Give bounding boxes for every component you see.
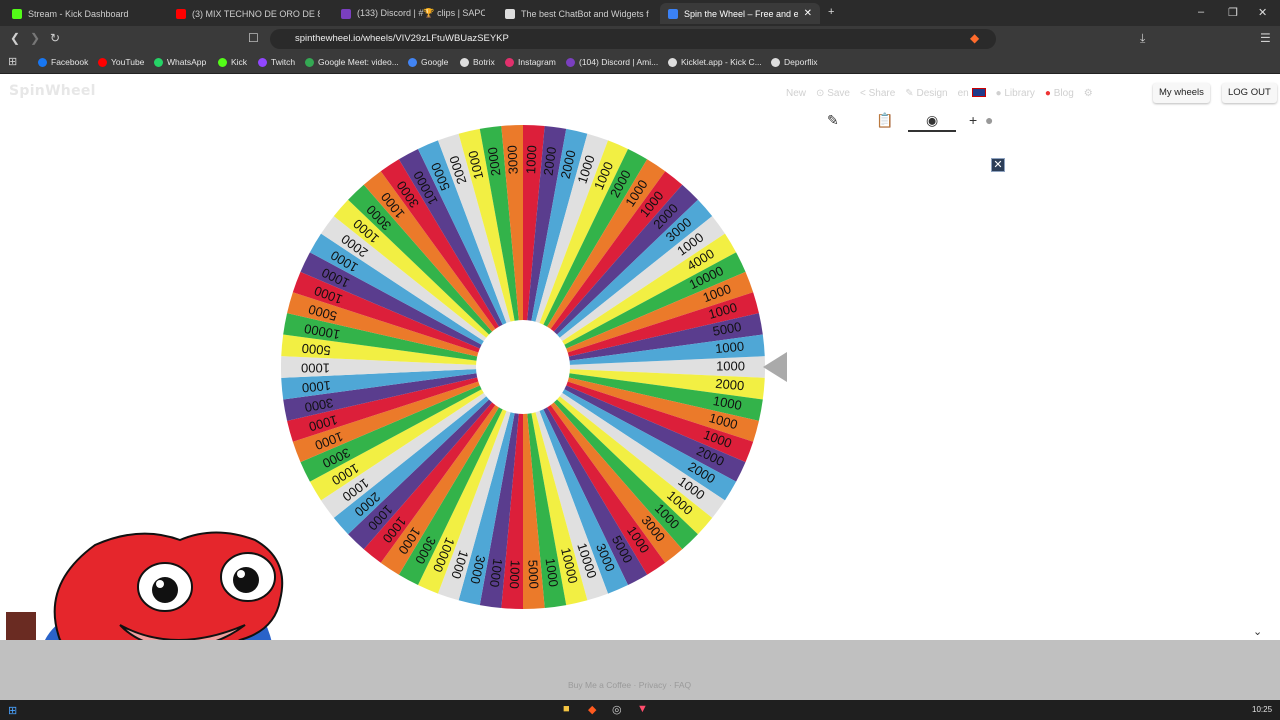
- obs-icon[interactable]: ◎: [612, 703, 622, 716]
- wheel-segment-label: 1000: [507, 560, 523, 590]
- wheel-pointer: [763, 352, 787, 382]
- taskbar-clock: 10:25: [1252, 705, 1273, 714]
- app-icon[interactable]: ▼: [637, 703, 648, 715]
- footer-links[interactable]: Buy Me a Coffee · Privacy · FAQ: [568, 680, 691, 690]
- footer-band: [0, 640, 1280, 700]
- chevron-down-icon[interactable]: ⌄: [1253, 625, 1262, 638]
- brave-taskbar-icon[interactable]: ◆: [588, 703, 596, 716]
- windows-start-icon[interactable]: ⊞: [8, 704, 17, 717]
- wheel-segment-label: 1000: [715, 339, 745, 357]
- wheel-segment-label: 3000: [504, 145, 520, 175]
- wheel-segment-label: 1000: [301, 361, 330, 376]
- wheel-segment-label: 2000: [715, 376, 745, 394]
- wheel-segment-label: 1000: [523, 145, 539, 175]
- wheel-segment-label: 1000: [301, 378, 331, 396]
- wheel-segment-label: 5000: [301, 341, 331, 359]
- wheel-segment-label: 5000: [525, 560, 541, 590]
- wheel-segment-label: 1000: [716, 358, 745, 373]
- windows-taskbar: ⊞ ■ ◆ ◎ ▼ 10:25: [0, 700, 1280, 720]
- folder-icon[interactable]: ■: [563, 703, 570, 715]
- wheel-center[interactable]: [476, 320, 570, 414]
- spin-wheel[interactable]: 1000200010001000100020002000100010001000…: [0, 0, 1280, 720]
